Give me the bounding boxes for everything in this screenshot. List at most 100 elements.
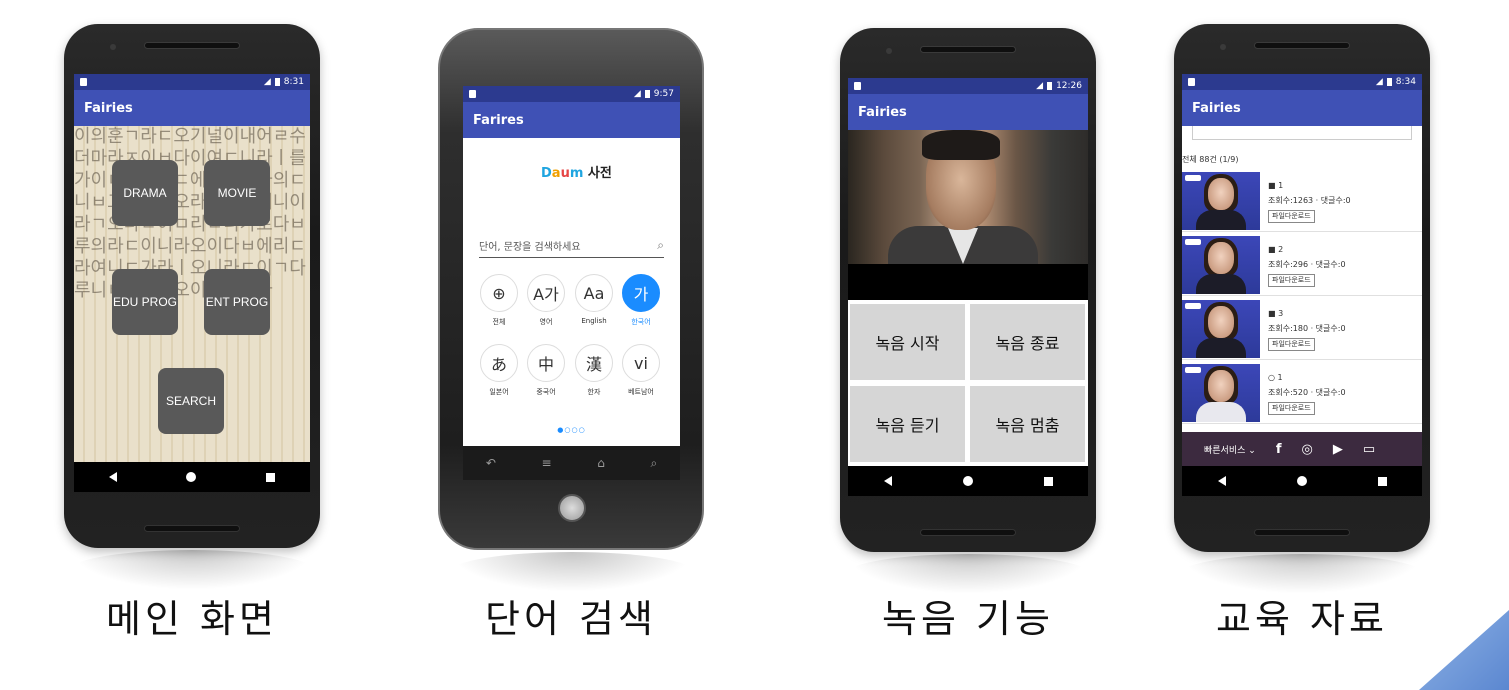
lang-vietnamese[interactable]: vi 베트남어 <box>621 344 661 397</box>
facebook-icon[interactable]: f <box>1276 442 1282 457</box>
page-indicator: ●○○○ <box>557 426 586 434</box>
bottom-speaker <box>1254 529 1350 536</box>
blog-icon[interactable]: ▭ <box>1363 442 1375 457</box>
record-start-button[interactable]: 녹음 시작 <box>850 304 965 380</box>
record-controls: 녹음 시작 녹음 종료 녹음 듣기 녹음 멈춤 <box>848 300 1088 466</box>
record-pause-button[interactable]: 녹음 멈춤 <box>970 386 1085 462</box>
battery-icon <box>274 78 280 86</box>
screen-main: ◢ 8:31 Fairies 이의훈ㄱ라ㄷ오기널이내어ㄹ수더마라ㅈ이ㅂ다이여ㄷ니라… <box>74 74 310 492</box>
phone-dictionary: ◢ 9:57 Farires Daum 사전 단어, 문장을 검색하세요 ⌕ ⊕ 전… <box>438 28 704 550</box>
app-title: Fairies <box>848 94 1088 130</box>
daum-dictionary-logo: Daum 사전 <box>541 166 612 181</box>
status-bar: ◢ 9:57 <box>463 86 680 102</box>
lang-hanja[interactable]: 漢 한자 <box>574 344 614 397</box>
download-button[interactable]: 파일다운로드 <box>1268 338 1315 351</box>
sd-card-icon <box>854 82 861 90</box>
video-thumbnail <box>1182 364 1260 422</box>
lang-english[interactable]: Aa English <box>574 274 614 325</box>
bottom-speaker <box>144 525 240 532</box>
search-input[interactable]: 단어, 문장을 검색하세요 ⌕ <box>479 234 664 258</box>
home-icon[interactable] <box>186 472 197 482</box>
search-placeholder: 단어, 문장을 검색하세요 <box>479 242 581 253</box>
download-button[interactable]: 파일다운로드 <box>1268 210 1315 223</box>
status-bar: ◢ 12:26 <box>848 78 1088 94</box>
item-stats: 조회수:180 · 댓글수:0 <box>1268 324 1346 333</box>
front-camera-icon <box>886 48 892 54</box>
recents-icon[interactable] <box>266 472 276 482</box>
back-icon[interactable] <box>108 472 117 482</box>
recents-icon[interactable] <box>1377 476 1387 486</box>
sd-card-icon <box>1188 78 1195 86</box>
download-button[interactable]: 파일다운로드 <box>1268 402 1315 415</box>
record-listen-button[interactable]: 녹음 듣기 <box>850 386 965 462</box>
search-icon[interactable]: ⌕ <box>657 238 664 253</box>
battery-icon <box>644 90 650 98</box>
home-button[interactable] <box>558 494 586 522</box>
total-count: 전체 88건 (1/9) <box>1182 155 1239 164</box>
download-button[interactable]: 파일다운로드 <box>1268 274 1315 287</box>
list-item[interactable]: ○ 1 조회수:520 · 댓글수:0 파일다운로드 <box>1182 362 1422 424</box>
recents-icon[interactable] <box>1043 476 1053 486</box>
channel-logo-icon <box>1185 239 1201 245</box>
phone-reflection <box>450 552 694 592</box>
quick-service-button[interactable]: 빠른서비스 ⌄ <box>1204 443 1256 456</box>
lang-japanese[interactable]: あ 일본어 <box>479 344 519 397</box>
sd-card-icon <box>80 78 87 86</box>
channel-logo-icon <box>1185 303 1201 309</box>
screen-recording: ◢ 12:26 Fairies 녹음 시작 녹음 종료 녹음 듣기 녹음 멈춤 <box>848 78 1088 496</box>
lang-korean[interactable]: 가 한국어 <box>621 274 661 327</box>
list-item[interactable]: ■ 2 조회수:296 · 댓글수:0 파일다운로드 <box>1182 234 1422 296</box>
back-icon[interactable] <box>883 476 892 486</box>
lang-chinese[interactable]: 中 중국어 <box>526 344 566 397</box>
back-icon[interactable] <box>1217 476 1226 486</box>
status-time: 8:34 <box>1395 77 1416 87</box>
filter-box <box>1192 126 1412 140</box>
edu-prog-button[interactable]: EDU PROG <box>112 269 178 335</box>
video-frame-hair <box>922 130 1000 160</box>
list-item[interactable]: ■ 3 조회수:180 · 댓글수:0 파일다운로드 <box>1182 298 1422 360</box>
signal-icon: ◢ <box>263 77 271 87</box>
video-letterbox <box>848 264 1088 300</box>
front-camera-icon <box>1220 44 1226 50</box>
bottom-speaker <box>920 529 1016 536</box>
status-time: 12:26 <box>1056 81 1082 91</box>
app-title: Farires <box>463 102 680 138</box>
app-title: Fairies <box>74 90 310 126</box>
home-icon[interactable]: ⌂ <box>597 456 605 470</box>
search-button[interactable]: SEARCH <box>158 368 224 434</box>
item-stats: 조회수:1263 · 댓글수:0 <box>1268 196 1351 205</box>
video-player[interactable] <box>848 130 1088 266</box>
signal-icon: ◢ <box>1036 81 1044 91</box>
lang-english-korean[interactable]: A가 영어 <box>526 274 566 327</box>
item-number: 2 <box>1278 245 1284 254</box>
weibo-icon[interactable]: ◎ <box>1301 442 1312 457</box>
drama-button[interactable]: DRAMA <box>112 160 178 226</box>
channel-logo-icon <box>1185 175 1201 181</box>
menu-icon[interactable]: ≡ <box>542 456 552 470</box>
ent-prog-button[interactable]: ENT PROG <box>204 269 270 335</box>
battery-icon <box>1047 82 1053 90</box>
caption-main: 메인 화면 <box>106 597 278 641</box>
lang-all[interactable]: ⊕ 전체 <box>479 274 519 327</box>
phone-recording: ◢ 12:26 Fairies 녹음 시작 녹음 종료 녹음 듣기 녹음 멈춤 <box>840 28 1096 552</box>
slide: ◢ 8:31 Fairies 이의훈ㄱ라ㄷ오기널이내어ㄹ수더마라ㅈ이ㅂ다이여ㄷ니라… <box>0 0 1509 690</box>
back-icon[interactable]: ↶ <box>486 456 496 470</box>
speaker-grille <box>144 42 240 49</box>
home-icon[interactable] <box>962 476 973 486</box>
nav-bar <box>848 466 1088 496</box>
screen-dictionary: ◢ 9:57 Farires Daum 사전 단어, 문장을 검색하세요 ⌕ ⊕ 전… <box>463 86 680 480</box>
record-stop-button[interactable]: 녹음 종료 <box>970 304 1085 380</box>
home-icon[interactable] <box>1296 476 1307 486</box>
item-stats: 조회수:520 · 댓글수:0 <box>1268 388 1346 397</box>
signal-icon: ◢ <box>633 89 641 99</box>
logo-label: 사전 <box>587 166 612 181</box>
item-stats: 조회수:296 · 댓글수:0 <box>1268 260 1346 269</box>
movie-button[interactable]: MOVIE <box>204 160 270 226</box>
list-item[interactable]: ■ 1 조회수:1263 · 댓글수:0 파일다운로드 <box>1182 170 1422 232</box>
globe-icon: ⊕ <box>480 274 518 312</box>
front-camera-icon <box>110 44 116 50</box>
status-time: 9:57 <box>653 89 674 99</box>
item-number: 3 <box>1278 309 1284 318</box>
search-icon[interactable]: ⌕ <box>650 456 657 471</box>
youtube-icon[interactable]: ▶ <box>1333 442 1343 457</box>
